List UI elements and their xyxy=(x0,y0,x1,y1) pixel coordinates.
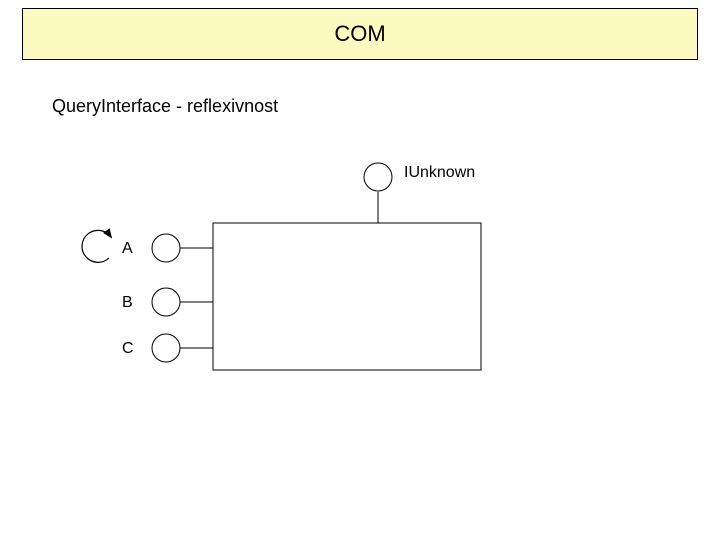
iunknown-interface xyxy=(364,163,392,223)
interface-a-label: A xyxy=(122,240,133,258)
diagram-canvas xyxy=(0,0,720,540)
interface-a-lollipop xyxy=(152,234,213,262)
interface-c-lollipop xyxy=(152,334,213,362)
interface-b-label: B xyxy=(122,294,133,312)
component-box xyxy=(213,223,481,370)
iunknown-label: IUnknown xyxy=(404,164,475,182)
interface-c-label: C xyxy=(122,340,134,358)
title-text: COM xyxy=(334,21,385,47)
interface-b-lollipop xyxy=(152,288,213,316)
title-bar: COM xyxy=(22,8,698,60)
subtitle: QueryInterface - reflexivnost xyxy=(52,96,278,117)
reflexive-arrow-icon xyxy=(82,230,111,262)
